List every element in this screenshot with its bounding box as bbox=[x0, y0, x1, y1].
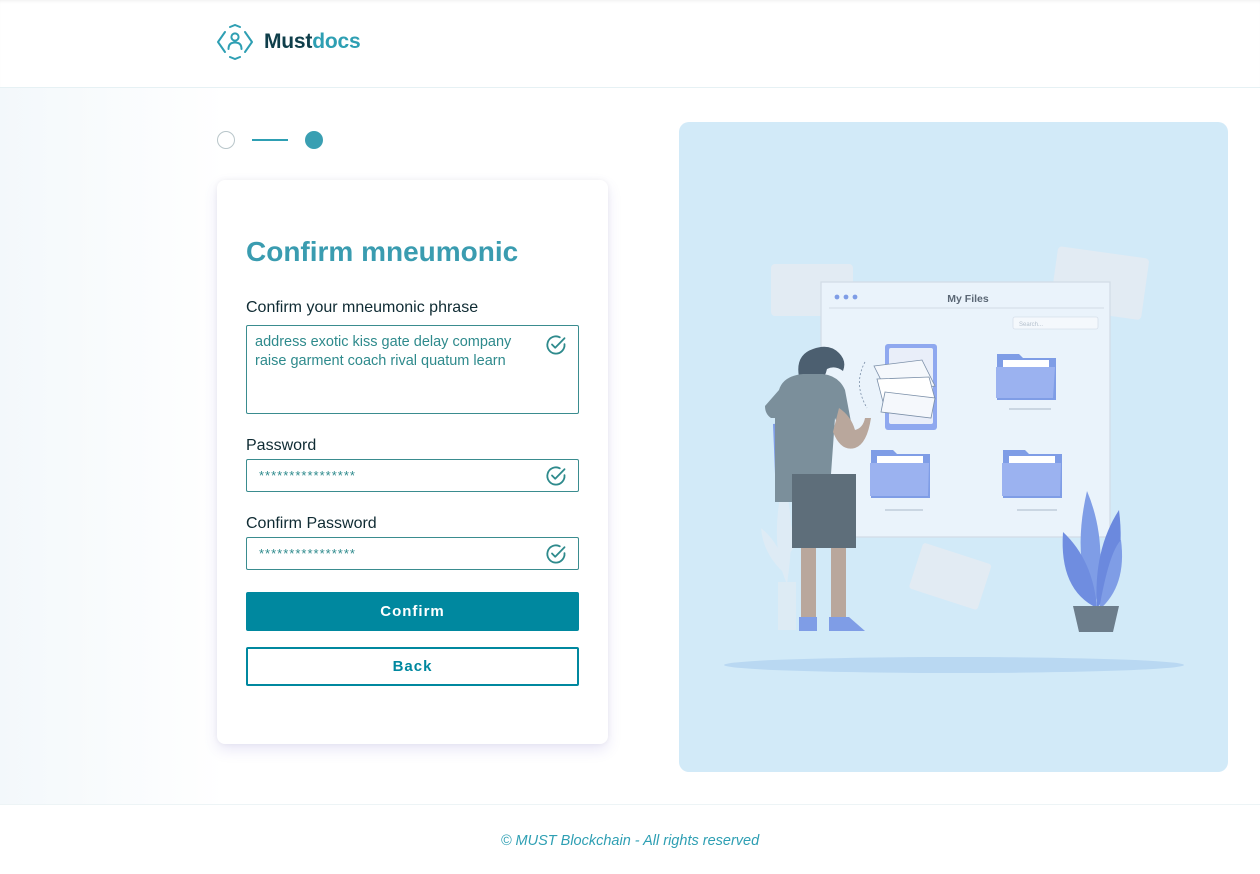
window-search-placeholder: Search... bbox=[1019, 322, 1043, 328]
confirm-password-value: **************** bbox=[259, 546, 356, 561]
step-2-indicator-active bbox=[305, 131, 323, 149]
window-dot bbox=[834, 294, 840, 300]
check-circle-icon bbox=[546, 335, 566, 355]
page-footer: © MUST Blockchain - All rights reserved bbox=[0, 804, 1260, 874]
floating-paper bbox=[909, 543, 992, 610]
page-title: Confirm mneumonic bbox=[246, 236, 519, 267]
ground-shadow bbox=[724, 657, 1184, 673]
file-management-illustration: My Files Search... bbox=[724, 246, 1184, 673]
brand-name-part2: docs bbox=[312, 30, 361, 53]
window-dot bbox=[852, 294, 858, 300]
step-connector bbox=[252, 139, 288, 141]
confirm-button[interactable]: Confirm bbox=[246, 592, 579, 631]
brand-name: Mustdocs bbox=[264, 30, 361, 54]
window-title: My Files bbox=[947, 293, 989, 305]
step-1-indicator bbox=[217, 131, 235, 149]
progress-stepper bbox=[217, 131, 337, 149]
confirm-password-input[interactable]: **************** bbox=[246, 537, 579, 570]
password-input[interactable]: **************** bbox=[246, 459, 579, 492]
illustration-panel: My Files Search... bbox=[679, 122, 1228, 772]
mnemonic-textarea[interactable]: address exotic kiss gate delay company r… bbox=[246, 325, 579, 414]
user-hexagon-icon bbox=[217, 24, 253, 60]
password-value: **************** bbox=[259, 468, 356, 483]
mnemonic-value: address exotic kiss gate delay company r… bbox=[255, 334, 512, 369]
check-circle-icon bbox=[546, 544, 566, 564]
check-circle-icon bbox=[546, 466, 566, 486]
top-header: Mustdocs bbox=[0, 0, 1260, 88]
back-button[interactable]: Back bbox=[246, 647, 579, 686]
confirm-mnemonic-card: Confirm mneumonic Confirm your mneumonic… bbox=[217, 180, 608, 744]
brand-logo[interactable]: Mustdocs bbox=[216, 24, 361, 60]
password-label: Password bbox=[246, 437, 317, 454]
mnemonic-label: Confirm your mneumonic phrase bbox=[246, 299, 479, 316]
confirm-password-label: Confirm Password bbox=[246, 515, 377, 532]
copyright-text: © MUST Blockchain - All rights reserved bbox=[500, 833, 760, 849]
window-dot bbox=[843, 294, 849, 300]
brand-name-part1: Must bbox=[264, 30, 313, 53]
